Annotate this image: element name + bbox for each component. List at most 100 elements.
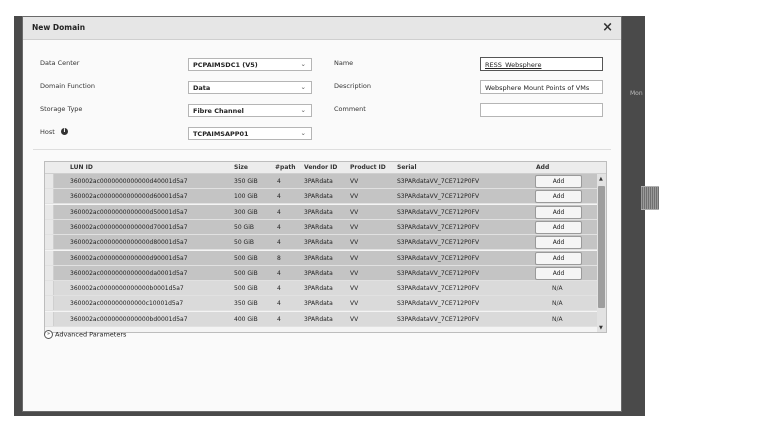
lun-id-cell: 360002ac0000000000000d80001d5a7 xyxy=(70,239,188,247)
paths-cell: 4 xyxy=(277,239,281,247)
paths-cell: 4 xyxy=(277,208,281,216)
chevron-down-icon: ⌄ xyxy=(300,83,306,91)
product-id-cell: VV xyxy=(350,223,359,231)
product-id-cell: VV xyxy=(350,285,359,293)
col-size[interactable]: Size xyxy=(234,164,248,171)
product-id-cell: VV xyxy=(350,300,359,308)
dialog-header: New Domain × xyxy=(23,17,621,40)
table-scrollbar[interactable]: ▲ ▼ xyxy=(597,174,606,332)
table-row[interactable]: 360002ac0000000000000d90001d5a7 500 GiB 8 3… xyxy=(45,250,597,266)
backdrop-label: Mon xyxy=(630,90,643,97)
info-icon[interactable]: i xyxy=(61,128,68,135)
add-unavailable-text: N/A xyxy=(552,285,563,293)
add-lun-button[interactable]: Add xyxy=(535,251,582,265)
paths-cell: 4 xyxy=(277,300,281,308)
serial-cell: S3PARdataVV_7CE712P0FV xyxy=(397,223,480,231)
name-value: RESS_Websphere xyxy=(485,61,542,69)
vendor-id-cell: 3PARdata xyxy=(304,269,333,277)
col-product-id[interactable]: Product ID xyxy=(350,164,386,171)
add-lun-button[interactable]: Add xyxy=(535,175,582,188)
add-lun-button[interactable]: Add xyxy=(535,266,582,280)
col-lun-id[interactable]: LUN ID xyxy=(70,164,93,171)
domain-function-select[interactable]: Data ⌄ xyxy=(188,81,312,94)
row-gutter xyxy=(45,250,54,265)
advanced-parameters-toggle[interactable]: » Advanced Parameters xyxy=(44,330,126,339)
table-row[interactable]: 360002ac0000000000000d60001d5a7 100 GiB 4 3… xyxy=(45,189,597,205)
description-input[interactable]: Websphere Mount Points of VMs xyxy=(480,80,603,94)
row-gutter xyxy=(45,189,54,204)
serial-cell: S3PARdataVV_7CE712P0FV xyxy=(397,300,480,308)
backdrop-panel xyxy=(641,186,659,210)
lun-id-cell: 360002ac0000000000000d70001d5a7 xyxy=(70,223,188,231)
table-row[interactable]: 360002ac0000000000000b0001d5a7 500 GiB 4 3P… xyxy=(45,281,597,297)
expand-circle-icon: » xyxy=(44,330,53,339)
vendor-id-cell: 3PARdata xyxy=(304,285,333,293)
data-center-label: Data Center xyxy=(40,59,80,67)
scrollbar-thumb[interactable] xyxy=(598,186,605,308)
storage-type-value: Fibre Channel xyxy=(193,107,244,115)
data-center-select[interactable]: PCPAIMSDC1 (V5) ⌄ xyxy=(188,58,312,71)
col-paths[interactable]: #path xyxy=(275,164,296,171)
product-id-cell: VV xyxy=(350,193,359,201)
storage-type-select[interactable]: Fibre Channel ⌄ xyxy=(188,104,312,117)
description-value: Websphere Mount Points of VMs xyxy=(485,84,590,92)
paths-cell: 4 xyxy=(277,178,281,185)
comment-input[interactable] xyxy=(480,103,603,117)
table-row[interactable]: 360002ac0000000000000d80001d5a7 50 GiB 4 3P… xyxy=(45,235,597,251)
lun-id-cell: 360002ac0000000000000d50001d5a7 xyxy=(70,208,188,216)
add-lun-button[interactable]: Add xyxy=(535,205,582,219)
add-lun-button[interactable]: Add xyxy=(535,220,582,234)
lun-id-cell: 360002ac0000000000000b0001d5a7 xyxy=(70,285,184,293)
serial-cell: S3PARdataVV_7CE712P0FV xyxy=(397,178,480,185)
vendor-id-cell: 3PARdata xyxy=(304,208,333,216)
table-header: LUN ID Size #path Vendor ID Product ID S… xyxy=(45,162,606,174)
col-serial[interactable]: Serial xyxy=(397,164,417,171)
table-row[interactable]: 360002ac0000000000000bd0001d5a7 400 GiB 4 3… xyxy=(45,311,597,327)
table-row[interactable]: 360002ac0000000000000d50001d5a7 300 GiB 4 3… xyxy=(45,204,597,220)
table-row[interactable]: 360002ac000000000000c10001d5a7 350 GiB 4 3P… xyxy=(45,296,597,312)
paths-cell: 4 xyxy=(277,315,281,323)
serial-cell: S3PARdataVV_7CE712P0FV xyxy=(397,208,480,216)
size-cell: 400 GiB xyxy=(234,315,258,323)
scroll-down-icon[interactable]: ▼ xyxy=(599,325,603,331)
comment-label: Comment xyxy=(334,105,366,113)
paths-cell: 8 xyxy=(277,254,281,262)
close-icon[interactable]: × xyxy=(602,20,613,35)
row-gutter xyxy=(45,204,54,219)
row-gutter xyxy=(45,265,54,280)
scroll-up-icon[interactable]: ▲ xyxy=(599,176,603,182)
row-gutter xyxy=(45,311,54,326)
lun-id-cell: 360002ac0000000000000d40001d5a7 xyxy=(70,178,188,185)
lun-id-cell: 360002ac000000000000c10001d5a7 xyxy=(70,300,184,308)
paths-cell: 4 xyxy=(277,223,281,231)
description-label: Description xyxy=(334,82,372,90)
size-cell: 500 GiB xyxy=(234,269,258,277)
col-vendor-id[interactable]: Vendor ID xyxy=(304,164,337,171)
vendor-id-cell: 3PARdata xyxy=(304,239,333,247)
serial-cell: S3PARdataVV_7CE712P0FV xyxy=(397,239,480,247)
serial-cell: S3PARdataVV_7CE712P0FV xyxy=(397,269,480,277)
add-unavailable-text: N/A xyxy=(552,300,563,308)
chevron-down-icon: ⌄ xyxy=(300,60,306,68)
size-cell: 500 GiB xyxy=(234,254,258,262)
table-row[interactable]: 360002ac0000000000000d40001d5a7 350 GiB 4 3… xyxy=(45,174,597,189)
vendor-id-cell: 3PARdata xyxy=(304,193,333,201)
host-select[interactable]: TCPAIMSAPP01 ⌄ xyxy=(188,127,312,140)
new-domain-dialog: New Domain × Data Center PCPAIMSDC1 (V5)… xyxy=(22,16,622,412)
table-row[interactable]: 360002ac0000000000000da0001d5a7 500 GiB 4 3… xyxy=(45,265,597,281)
product-id-cell: VV xyxy=(350,178,359,185)
paths-cell: 4 xyxy=(277,193,281,201)
add-unavailable-text: N/A xyxy=(552,315,563,323)
vendor-id-cell: 3PARdata xyxy=(304,315,333,323)
table-row[interactable]: 360002ac0000000000000d70001d5a7 50 GiB 4 3P… xyxy=(45,219,597,235)
serial-cell: S3PARdataVV_7CE712P0FV xyxy=(397,315,480,323)
add-lun-button[interactable]: Add xyxy=(535,190,582,204)
name-input[interactable]: RESS_Websphere xyxy=(480,57,603,71)
col-add: Add xyxy=(536,164,550,171)
size-cell: 100 GiB xyxy=(234,193,258,201)
row-gutter xyxy=(45,174,54,188)
add-lun-button[interactable]: Add xyxy=(535,236,582,250)
domain-function-label: Domain Function xyxy=(40,82,95,90)
product-id-cell: VV xyxy=(350,269,359,277)
host-value: TCPAIMSAPP01 xyxy=(193,130,249,138)
